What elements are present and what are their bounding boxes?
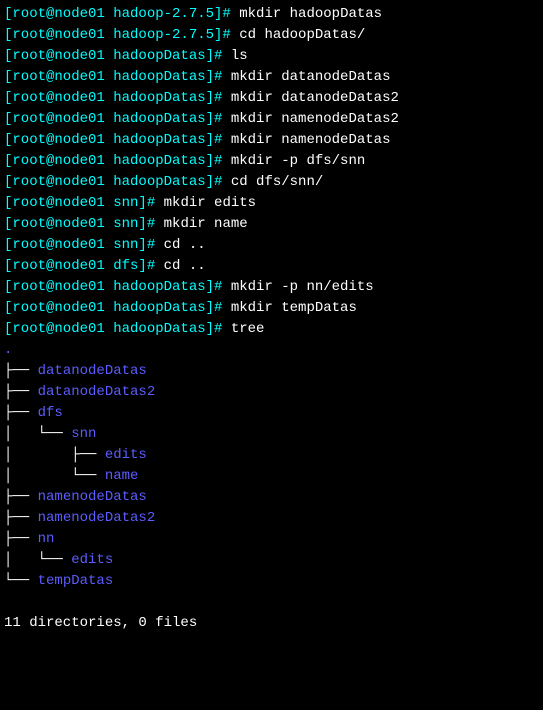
terminal-line: [root@node01 hadoopDatas]# tree (4, 319, 539, 340)
tree-dir-name: snn (71, 426, 96, 442)
terminal-line: [root@node01 hadoopDatas]# mkdir datanod… (4, 67, 539, 88)
command-text: mkdir namenodeDatas2 (231, 111, 399, 127)
terminal-line: [root@node01 snn]# mkdir edits (4, 193, 539, 214)
terminal-line: [root@node01 hadoop-2.7.5]# cd hadoopDat… (4, 25, 539, 46)
command-text: mkdir datanodeDatas2 (231, 90, 399, 106)
terminal-line: [root@node01 hadoopDatas]# mkdir -p nn/e… (4, 277, 539, 298)
shell-prompt: [root@node01 hadoop-2.7.5]# (4, 27, 239, 43)
tree-branch: ├── (4, 363, 38, 379)
command-text: mkdir namenodeDatas (231, 132, 391, 148)
terminal-line: [root@node01 hadoopDatas]# mkdir namenod… (4, 109, 539, 130)
command-text: mkdir -p dfs/snn (231, 153, 365, 169)
command-text: mkdir hadoopDatas (239, 6, 382, 22)
command-text: mkdir edits (164, 195, 256, 211)
command-text: cd .. (164, 237, 206, 253)
tree-dir-name: name (105, 468, 139, 484)
tree-dir-name: dfs (38, 405, 63, 421)
tree-dir-name: nn (38, 531, 55, 547)
tree-entry: │ └── snn (4, 424, 539, 445)
shell-prompt: [root@node01 hadoop-2.7.5]# (4, 6, 239, 22)
tree-entry: ├── datanodeDatas2 (4, 382, 539, 403)
shell-prompt: [root@node01 dfs]# (4, 258, 164, 274)
tree-entry: │ └── name (4, 466, 539, 487)
tree-entry: │ ├── edits (4, 445, 539, 466)
command-text: mkdir name (164, 216, 248, 232)
shell-prompt: [root@node01 hadoopDatas]# (4, 90, 231, 106)
shell-prompt: [root@node01 hadoopDatas]# (4, 153, 231, 169)
tree-entry: ├── datanodeDatas (4, 361, 539, 382)
terminal-line: [root@node01 hadoopDatas]# ls (4, 46, 539, 67)
tree-dir-name: edits (71, 552, 113, 568)
command-text: ls (231, 48, 248, 64)
shell-prompt: [root@node01 snn]# (4, 195, 164, 211)
terminal-line: [root@node01 hadoopDatas]# mkdir datanod… (4, 88, 539, 109)
command-text: mkdir -p nn/edits (231, 279, 374, 295)
tree-entry: ├── namenodeDatas2 (4, 508, 539, 529)
tree-dir-name: edits (105, 447, 147, 463)
shell-prompt: [root@node01 hadoopDatas]# (4, 174, 231, 190)
tree-entry: ├── namenodeDatas (4, 487, 539, 508)
shell-prompt: [root@node01 snn]# (4, 216, 164, 232)
terminal-line: [root@node01 dfs]# cd .. (4, 256, 539, 277)
shell-prompt: [root@node01 snn]# (4, 237, 164, 253)
terminal-line: [root@node01 hadoopDatas]# mkdir tempDat… (4, 298, 539, 319)
command-text: cd dfs/snn/ (231, 174, 323, 190)
shell-prompt: [root@node01 hadoopDatas]# (4, 279, 231, 295)
blank-line (4, 592, 539, 613)
tree-dir-name: namenodeDatas2 (38, 510, 156, 526)
terminal-line: [root@node01 hadoopDatas]# mkdir -p dfs/… (4, 151, 539, 172)
tree-summary: 11 directories, 0 files (4, 613, 539, 634)
tree-branch: │ └── (4, 468, 105, 484)
command-text: mkdir datanodeDatas (231, 69, 391, 85)
command-text: mkdir tempDatas (231, 300, 357, 316)
shell-prompt: [root@node01 hadoopDatas]# (4, 48, 231, 64)
tree-dir-name: datanodeDatas (38, 363, 147, 379)
terminal-line: [root@node01 snn]# cd .. (4, 235, 539, 256)
tree-branch: ├── (4, 531, 38, 547)
terminal-line: [root@node01 snn]# mkdir name (4, 214, 539, 235)
tree-root-dot: . (4, 342, 12, 358)
terminal-line: [root@node01 hadoop-2.7.5]# mkdir hadoop… (4, 4, 539, 25)
tree-dir-name: namenodeDatas (38, 489, 147, 505)
tree-branch: ├── (4, 384, 38, 400)
tree-branch: ├── (4, 405, 38, 421)
tree-branch: └── (4, 573, 38, 589)
terminal-line: [root@node01 hadoopDatas]# mkdir namenod… (4, 130, 539, 151)
shell-prompt: [root@node01 hadoopDatas]# (4, 132, 231, 148)
command-text: cd .. (164, 258, 206, 274)
shell-prompt: [root@node01 hadoopDatas]# (4, 111, 231, 127)
tree-branch: ├── (4, 510, 38, 526)
tree-dir-name: datanodeDatas2 (38, 384, 156, 400)
terminal-output: [root@node01 hadoop-2.7.5]# mkdir hadoop… (4, 4, 539, 634)
terminal-line: [root@node01 hadoopDatas]# cd dfs/snn/ (4, 172, 539, 193)
tree-entry: ├── dfs (4, 403, 539, 424)
shell-prompt: [root@node01 hadoopDatas]# (4, 321, 231, 337)
tree-branch: │ └── (4, 426, 71, 442)
tree-root: . (4, 340, 539, 361)
tree-branch: ├── (4, 489, 38, 505)
tree-entry: ├── nn (4, 529, 539, 550)
tree-dir-name: tempDatas (38, 573, 114, 589)
tree-branch: │ ├── (4, 447, 105, 463)
shell-prompt: [root@node01 hadoopDatas]# (4, 300, 231, 316)
tree-branch: │ └── (4, 552, 71, 568)
command-text: tree (231, 321, 265, 337)
tree-entry: │ └── edits (4, 550, 539, 571)
shell-prompt: [root@node01 hadoopDatas]# (4, 69, 231, 85)
tree-entry: └── tempDatas (4, 571, 539, 592)
command-text: cd hadoopDatas/ (239, 27, 365, 43)
